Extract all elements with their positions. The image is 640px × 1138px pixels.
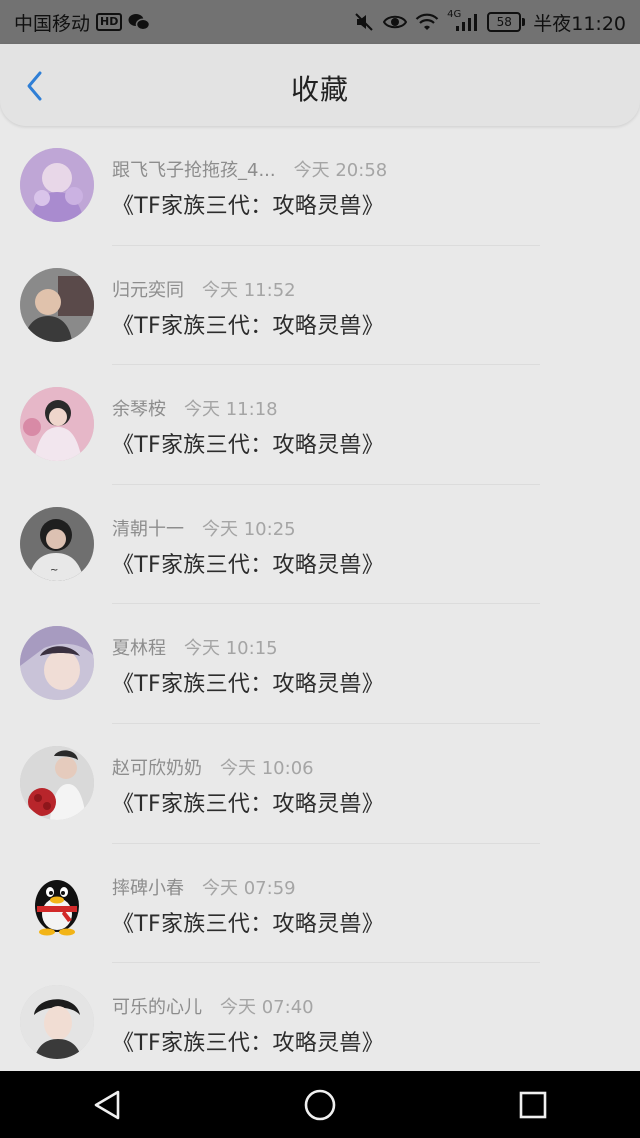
item-username: 跟飞飞子抢拖孩_4... bbox=[112, 160, 276, 181]
list-item[interactable]: 归元奕同 今天 11:52 《TF家族三代：攻略灵兽》 bbox=[0, 246, 640, 366]
favorites-list: 跟飞飞子抢拖孩_4... 今天 20:58 《TF家族三代：攻略灵兽》 归元奕同今… bbox=[0, 126, 640, 1083]
item-username: 夏林程 bbox=[112, 638, 166, 660]
item-username: 赵可欣奶奶 bbox=[112, 757, 202, 779]
list-item[interactable]: 夏林程 今天 10:15 《TF家族三代：攻略灵兽》 bbox=[0, 604, 640, 724]
item-username: 可乐的心儿 bbox=[112, 997, 202, 1019]
list-item[interactable]: ~ 清朝十一 今天 10:25 《TF家族三代：攻略灵兽》 bbox=[0, 485, 640, 605]
item-title: 《TF家族三代：攻略灵兽》 bbox=[112, 672, 384, 698]
battery-indicator: 58 bbox=[487, 12, 526, 32]
item-title: 《TF家族三代：攻略灵兽》 bbox=[112, 1031, 384, 1057]
item-meta: 夏林程 今天 10:15 bbox=[112, 634, 278, 660]
square-recent-icon bbox=[520, 1091, 547, 1118]
item-meta: 归元奕同 今天 11:52 bbox=[112, 276, 296, 302]
status-bar: 中国移动 HD 4G 58 半夜11:20 bbox=[0, 0, 640, 44]
avatar[interactable] bbox=[20, 148, 94, 222]
item-time: 今天 10:25 bbox=[202, 518, 296, 540]
svg-text:~: ~ bbox=[50, 565, 58, 576]
page-title: 收藏 bbox=[290, 73, 349, 106]
qq-penguin-icon[interactable] bbox=[20, 866, 94, 940]
item-username: 余琴桉 bbox=[112, 399, 166, 421]
clock: 半夜11:20 bbox=[533, 12, 626, 35]
avatar[interactable] bbox=[20, 267, 94, 342]
wechat-icon bbox=[128, 13, 151, 31]
avatar[interactable] bbox=[20, 626, 94, 701]
avatar[interactable]: ~ bbox=[20, 506, 94, 581]
item-username: 摔碑小春 bbox=[112, 877, 184, 899]
avatar[interactable] bbox=[20, 985, 94, 1060]
item-time: 今天 11:52 bbox=[202, 279, 296, 301]
list-item[interactable]: 可乐的心儿 今天 07:40 《TF家族三代：攻略灵兽》 bbox=[0, 963, 640, 1083]
item-title: 《TF家族三代：攻略灵兽》 bbox=[112, 194, 384, 219]
signal-icon: 4G bbox=[447, 8, 479, 32]
nav-back-button[interactable] bbox=[67, 1071, 147, 1138]
item-meta: 摔碑小春 今天 07:59 bbox=[112, 874, 296, 900]
item-meta: 可乐的心儿 今天 07:40 bbox=[112, 993, 314, 1019]
item-time: 今天 11:18 bbox=[184, 399, 278, 421]
circle-home-icon bbox=[304, 1089, 336, 1120]
item-username: 归元奕同 bbox=[112, 279, 184, 301]
list-item[interactable]: 余琴桉 今天 11:18 《TF家族三代：攻略灵兽》 bbox=[0, 365, 640, 485]
nav-home-button[interactable] bbox=[280, 1071, 360, 1138]
item-time: 今天 10:15 bbox=[184, 638, 278, 660]
item-title: 《TF家族三代：攻略灵兽》 bbox=[112, 791, 384, 817]
carrier-label: 中国移动 bbox=[14, 12, 91, 35]
item-meta: 清朝十一 今天 10:25 bbox=[112, 515, 296, 541]
eye-icon bbox=[383, 13, 408, 31]
item-title: 《TF家族三代：攻略灵兽》 bbox=[112, 552, 384, 578]
triangle-back-icon bbox=[94, 1090, 119, 1119]
avatar[interactable] bbox=[20, 745, 94, 820]
list-item[interactable]: 赵可欣奶奶 今天 10:06 《TF家族三代：攻略灵兽》 bbox=[0, 724, 640, 844]
item-username: 清朝十一 bbox=[112, 518, 184, 540]
system-nav-bar bbox=[0, 1071, 640, 1138]
network-tag: 4G bbox=[447, 8, 462, 20]
avatar[interactable] bbox=[20, 387, 94, 462]
item-time: 今天 20:58 bbox=[293, 160, 388, 181]
item-time: 今天 07:59 bbox=[202, 877, 296, 899]
item-title: 《TF家族三代：攻略灵兽》 bbox=[112, 433, 384, 459]
mute-icon bbox=[353, 11, 375, 33]
list-item[interactable]: 摔碑小春 今天 07:59 《TF家族三代：攻略灵兽》 bbox=[0, 844, 640, 964]
list-item[interactable]: 跟飞飞子抢拖孩_4... 今天 20:58 《TF家族三代：攻略灵兽》 bbox=[0, 126, 640, 246]
item-title: 《TF家族三代：攻略灵兽》 bbox=[112, 313, 384, 339]
wifi-icon bbox=[415, 12, 439, 32]
item-meta: 跟飞飞子抢拖孩_4... 今天 20:58 bbox=[112, 156, 387, 182]
app-header: 收藏 bbox=[0, 44, 640, 126]
battery-level: 58 bbox=[487, 12, 522, 32]
item-title: 《TF家族三代：攻略灵兽》 bbox=[112, 911, 384, 937]
item-meta: 赵可欣奶奶 今天 10:06 bbox=[112, 754, 314, 780]
nav-recent-button[interactable] bbox=[493, 1071, 573, 1138]
item-time: 今天 07:40 bbox=[220, 997, 314, 1019]
hd-badge: HD bbox=[96, 13, 123, 31]
item-time: 今天 10:06 bbox=[220, 757, 314, 779]
item-meta: 余琴桉 今天 11:18 bbox=[112, 395, 278, 421]
